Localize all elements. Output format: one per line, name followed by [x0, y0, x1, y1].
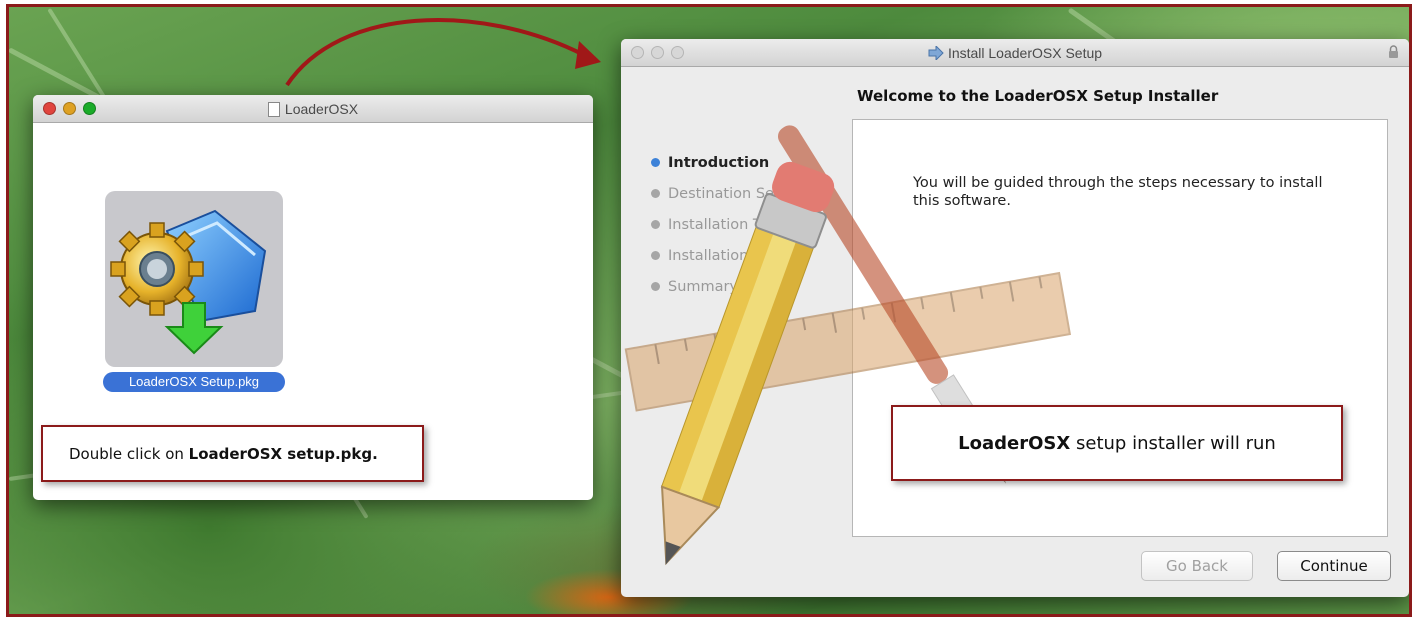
- step-bullet: [651, 158, 660, 167]
- finder-window[interactable]: LoaderOSX LoaderOSX Setup.pkg Double cli…: [33, 95, 593, 500]
- step-introduction: Introduction: [651, 147, 801, 178]
- package-file-label[interactable]: LoaderOSX Setup.pkg: [103, 372, 285, 392]
- installer-heading: Welcome to the LoaderOSX Setup Installer: [857, 87, 1219, 105]
- step-bullet: [651, 251, 660, 260]
- step-destination-select: Destination Select: [651, 178, 801, 209]
- installer-title: Install LoaderOSX Setup: [621, 44, 1409, 62]
- step-bullet: [651, 189, 660, 198]
- finder-titlebar[interactable]: LoaderOSX: [33, 95, 593, 123]
- package-installer-icon: [110, 209, 267, 355]
- installer-window[interactable]: Install LoaderOSX Setup Welcome to the L…: [621, 39, 1409, 597]
- step-bullet: [651, 220, 660, 229]
- installer-steps-list: Introduction Destination Select Installa…: [651, 147, 801, 302]
- screenshot-frame: LoaderOSX LoaderOSX Setup.pkg Double cli…: [6, 4, 1412, 617]
- finder-title: LoaderOSX: [33, 101, 593, 117]
- step-bullet: [651, 282, 660, 291]
- document-icon: [267, 102, 280, 117]
- installer-arrow-icon: [928, 44, 944, 62]
- installer-body-text: You will be guided through the steps nec…: [913, 175, 1323, 209]
- step-installation-type: Installation Type: [651, 209, 801, 240]
- go-back-button[interactable]: Go Back: [1141, 551, 1253, 581]
- step-installation: Installation: [651, 240, 801, 271]
- step-summary: Summary: [651, 271, 801, 302]
- installer-titlebar[interactable]: Install LoaderOSX Setup: [621, 39, 1409, 67]
- installer-instruction-callout: LoaderOSX setup installer will run: [891, 405, 1343, 481]
- continue-button[interactable]: Continue: [1277, 551, 1391, 581]
- lock-icon[interactable]: [1388, 45, 1399, 59]
- finder-instruction-callout: Double click on LoaderOSX setup.pkg.: [41, 425, 424, 482]
- package-icon-tile[interactable]: [105, 191, 283, 367]
